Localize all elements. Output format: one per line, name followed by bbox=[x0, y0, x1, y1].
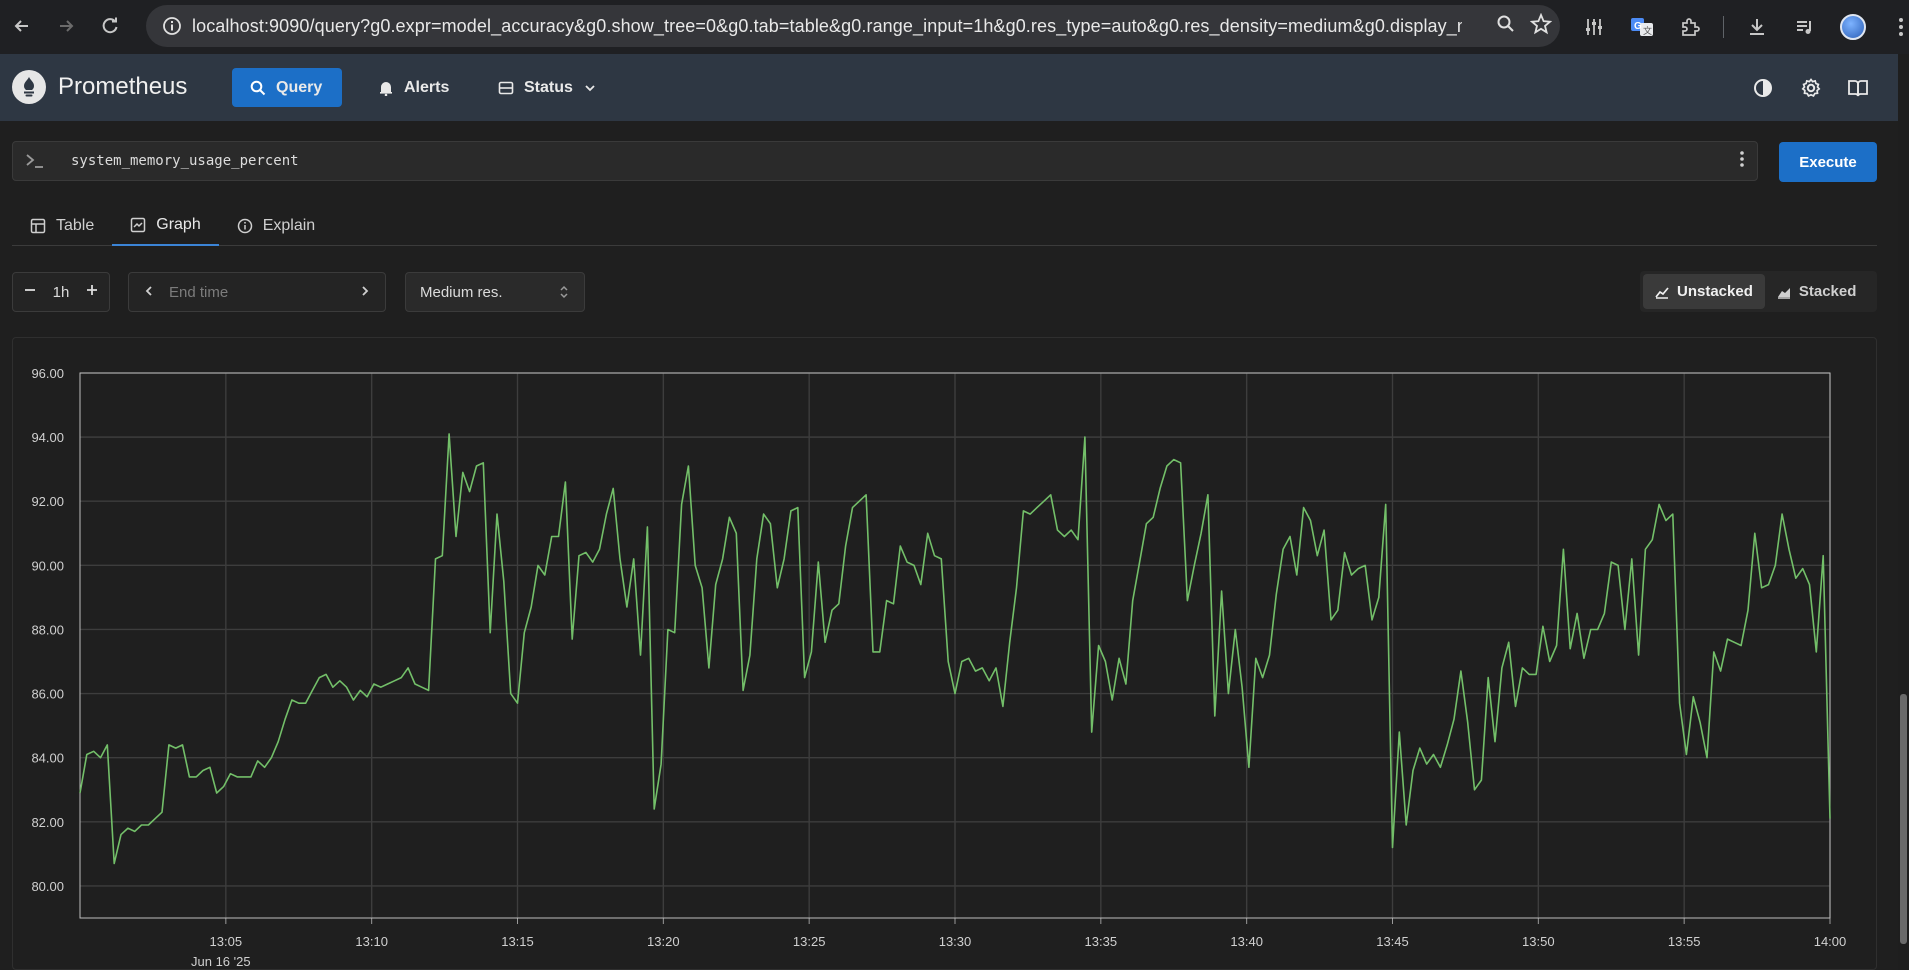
y-tick-label: 88.00 bbox=[31, 622, 64, 637]
y-tick-label: 86.00 bbox=[31, 687, 64, 702]
x-tick-label: 13:15 bbox=[501, 934, 534, 949]
time-series-chart[interactable]: 80.00 82.00 84.00 86.00 88.00 90.00 92.00 94.00… bbox=[0, 0, 1898, 970]
x-axis-date-label: Jun 16 '25 bbox=[191, 954, 251, 969]
y-tick-label: 80.00 bbox=[31, 879, 64, 894]
x-tick-label: 13:50 bbox=[1522, 934, 1555, 949]
x-tick-label: 13:30 bbox=[939, 934, 972, 949]
y-tick-label: 84.00 bbox=[31, 751, 64, 766]
scrollbar-thumb[interactable] bbox=[1900, 694, 1907, 944]
chart-grid bbox=[80, 372, 1831, 918]
y-tick-label: 94.00 bbox=[31, 430, 64, 445]
page-scrollbar[interactable] bbox=[1898, 54, 1909, 970]
x-axis-ticks: 13:05 13:10 13:15 13:20 13:25 13:30 13:35 13:40… bbox=[210, 918, 1847, 949]
x-tick-label: 13:40 bbox=[1230, 934, 1263, 949]
x-tick-label: 13:20 bbox=[647, 934, 680, 949]
x-tick-label: 13:10 bbox=[355, 934, 388, 949]
y-tick-label: 96.00 bbox=[31, 366, 64, 381]
x-tick-label: 13:45 bbox=[1376, 934, 1409, 949]
x-tick-label: 13:35 bbox=[1085, 934, 1118, 949]
y-tick-label: 82.00 bbox=[31, 815, 64, 830]
y-axis-ticks: 80.00 82.00 84.00 86.00 88.00 90.00 92.00 94.00… bbox=[31, 366, 64, 894]
y-tick-label: 90.00 bbox=[31, 558, 64, 573]
x-tick-label: 13:55 bbox=[1668, 934, 1701, 949]
x-tick-label: 13:05 bbox=[210, 934, 243, 949]
x-tick-label: 14:00 bbox=[1814, 934, 1847, 949]
x-tick-label: 13:25 bbox=[793, 934, 826, 949]
y-tick-label: 92.00 bbox=[31, 494, 64, 509]
